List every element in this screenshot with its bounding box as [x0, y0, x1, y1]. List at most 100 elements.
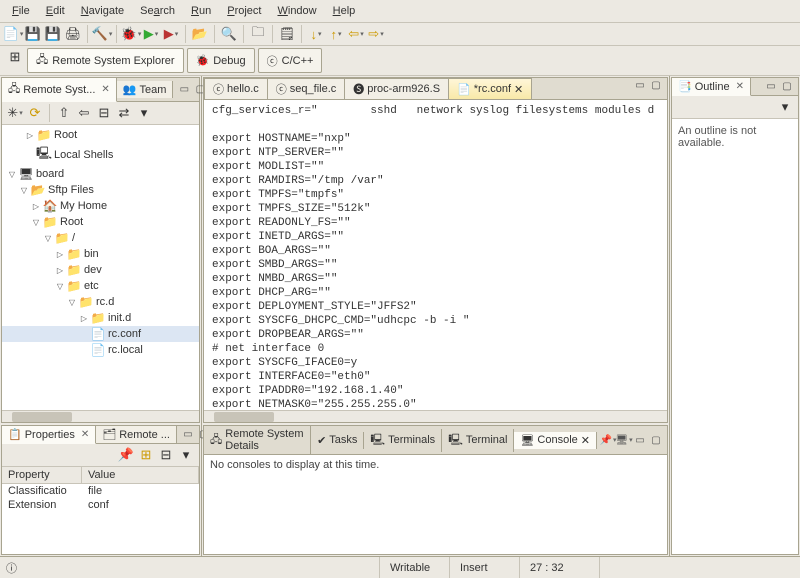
tab-team[interactable]: 👥 Team — [117, 81, 174, 98]
host-icon: 🖥 — [18, 167, 34, 181]
text-editor[interactable]: cfg_services_r=" sshd network syslog fil… — [204, 100, 667, 410]
maximize-icon[interactable]: ▢ — [649, 433, 663, 447]
open-perspective-icon[interactable]: ⊞ — [6, 48, 24, 66]
home-folder-icon: 🏠 — [42, 199, 58, 213]
prev-annotation-icon[interactable]: ↑▾ — [327, 25, 345, 43]
perspective-rse[interactable]: 🖧 Remote System Explorer — [27, 48, 184, 73]
rse-toolbar: ✳▾ ⟳ ⇧ ⇦ ⊟ ⇄ ▾ — [2, 102, 199, 125]
shell-icon: 🖳 — [36, 144, 52, 165]
horizontal-scrollbar[interactable] — [204, 410, 667, 422]
next-annotation-icon[interactable]: ↓▾ — [307, 25, 325, 43]
tab-terminals[interactable]: 🖳 Terminals — [364, 429, 442, 452]
minimize-icon[interactable]: ▭ — [764, 80, 778, 94]
menubar: File Edit Navigate Search Run Project Wi… — [0, 0, 800, 23]
tab-remote-scratchpad[interactable]: 🗂 Remote ... — [96, 426, 177, 443]
pin-icon[interactable]: 📌 — [117, 446, 135, 464]
editor-tab-proc[interactable]: 🅢proc-arm926.S — [344, 78, 449, 99]
back-nav-icon[interactable]: ⇦ — [75, 104, 93, 122]
minimize-icon[interactable]: ▭ — [633, 78, 647, 92]
property-row[interactable]: Extensionconf — [2, 498, 199, 512]
menu-help[interactable]: Help — [325, 2, 364, 20]
link-editor-icon[interactable]: ⇄ — [115, 104, 133, 122]
editor-tabstrip: ⓒhello.c ⓒseq_file.c 🅢proc-arm926.S 📄*rc… — [204, 78, 667, 100]
property-row[interactable]: Classificatiofile — [2, 484, 199, 498]
menu-search[interactable]: Search — [132, 2, 183, 20]
search-icon[interactable]: 🔍 — [220, 25, 238, 43]
folder-icon: 📁 — [66, 279, 82, 293]
minimize-icon[interactable]: ▭ — [633, 433, 647, 447]
folder-icon: 📁 — [78, 295, 94, 309]
view-menu-icon[interactable]: ▾ — [177, 446, 195, 464]
main-toolbar: 📄▾ 💾 💾 🖨 🔨▾ 🐞▾ ▶▾ ▶▾ 📂 🔍 🗀 🗒 ↓▾ ↑▾ ⇦▾ ⇨▾ — [0, 23, 800, 46]
close-icon[interactable]: ✕ — [736, 81, 744, 92]
perspective-debug[interactable]: 🐞 Debug — [187, 48, 255, 73]
outline-body: An outline is not available. — [672, 119, 798, 554]
tab-properties[interactable]: 📋 Properties✕ — [2, 426, 96, 444]
maximize-icon[interactable]: ▢ — [649, 78, 663, 92]
editor-tab-rcconf[interactable]: 📄*rc.conf✕ — [448, 78, 532, 99]
maximize-icon[interactable]: ▢ — [780, 80, 794, 94]
annotation-icon[interactable]: 🗒 — [278, 25, 296, 43]
menu-edit[interactable]: Edit — [38, 2, 73, 20]
back-icon[interactable]: ⇦▾ — [347, 25, 365, 43]
editor-tab-seq[interactable]: ⓒseq_file.c — [267, 78, 345, 99]
build-icon[interactable]: 🔨▾ — [93, 25, 111, 43]
close-icon[interactable]: ✕ — [101, 84, 109, 95]
text-file-icon: 📄 — [457, 83, 471, 96]
view-menu-icon[interactable]: ▾ — [776, 98, 794, 116]
menu-project[interactable]: Project — [219, 2, 269, 20]
filter-icon[interactable]: ⊟ — [157, 446, 175, 464]
folder-icon: 📁 — [54, 231, 70, 245]
status-writable: Writable — [380, 557, 450, 578]
toggle-mark-icon[interactable]: 🗀 — [249, 25, 267, 43]
perspective-cpp[interactable]: ⓒ C/C++ — [258, 48, 323, 73]
run-icon[interactable]: ▶▾ — [142, 25, 160, 43]
forward-icon[interactable]: ⇨▾ — [367, 25, 385, 43]
horizontal-scrollbar[interactable] — [2, 410, 199, 422]
save-all-icon[interactable]: 💾 — [44, 25, 62, 43]
close-icon[interactable]: ✕ — [514, 83, 523, 96]
menu-navigate[interactable]: Navigate — [73, 2, 132, 20]
file-icon: 📄 — [90, 327, 106, 341]
c-file-icon: ⓒ — [213, 81, 224, 97]
menu-file[interactable]: File — [4, 2, 38, 20]
tab-console[interactable]: 🖥 Console✕ — [514, 432, 597, 449]
menu-window[interactable]: Window — [269, 2, 324, 20]
editor-tab-hello[interactable]: ⓒhello.c — [204, 78, 268, 99]
home-icon[interactable]: ⇧ — [55, 104, 73, 122]
asm-file-icon: 🅢 — [353, 81, 364, 97]
minimize-icon[interactable]: ▭ — [177, 83, 191, 97]
new-icon[interactable]: 📄▾ — [4, 25, 22, 43]
folder-icon: 📁 — [90, 311, 106, 325]
tab-outline[interactable]: 📑 Outline✕ — [672, 78, 751, 96]
tab-remote-systems[interactable]: 🖧 Remote Syst...✕ — [2, 78, 117, 102]
collapse-all-icon[interactable]: ⊟ — [95, 104, 113, 122]
pin-console-icon[interactable]: 📌▾ — [601, 433, 615, 447]
refresh-icon[interactable]: ⟳ — [26, 104, 44, 122]
folder-icon: 📁 — [66, 263, 82, 277]
status-cursor-position: 27 : 32 — [520, 557, 600, 578]
sftp-icon: 📂 — [30, 183, 46, 197]
minimize-icon[interactable]: ▭ — [181, 428, 195, 442]
categories-icon[interactable]: ⊞ — [137, 446, 155, 464]
remote-systems-tree[interactable]: ▷📁Root 🖳Local Shells ▽🖥board ▽📂Sftp File… — [2, 125, 199, 410]
root-folder-icon: 📁 — [42, 215, 58, 229]
close-icon[interactable]: ✕ — [581, 434, 590, 447]
open-type-icon[interactable]: 📂 — [191, 25, 209, 43]
statusbar: ⓘ Writable Insert 27 : 32 — [0, 556, 800, 578]
display-console-icon[interactable]: 🖥▾ — [617, 433, 631, 447]
close-icon[interactable]: ✕ — [81, 429, 89, 440]
tab-remote-system-details[interactable]: 🖧 Remote System Details — [204, 426, 311, 454]
menu-run[interactable]: Run — [183, 2, 219, 20]
print-icon[interactable]: 🖨 — [64, 25, 82, 43]
view-menu-icon[interactable]: ▾ — [135, 104, 153, 122]
save-icon[interactable]: 💾 — [24, 25, 42, 43]
tab-tasks[interactable]: ✔ Tasks — [311, 432, 364, 449]
perspective-switcher: ⊞ 🖧 Remote System Explorer 🐞 Debug ⓒ C/C… — [0, 46, 800, 76]
ext-tools-icon[interactable]: ▶▾ — [162, 25, 180, 43]
new-connection-icon[interactable]: ✳▾ — [6, 104, 24, 122]
debug-icon[interactable]: 🐞▾ — [122, 25, 140, 43]
status-insert-mode: Insert — [450, 557, 520, 578]
console-body: No consoles to display at this time. — [204, 455, 667, 554]
tab-terminal[interactable]: 🖳 Terminal — [442, 429, 514, 452]
